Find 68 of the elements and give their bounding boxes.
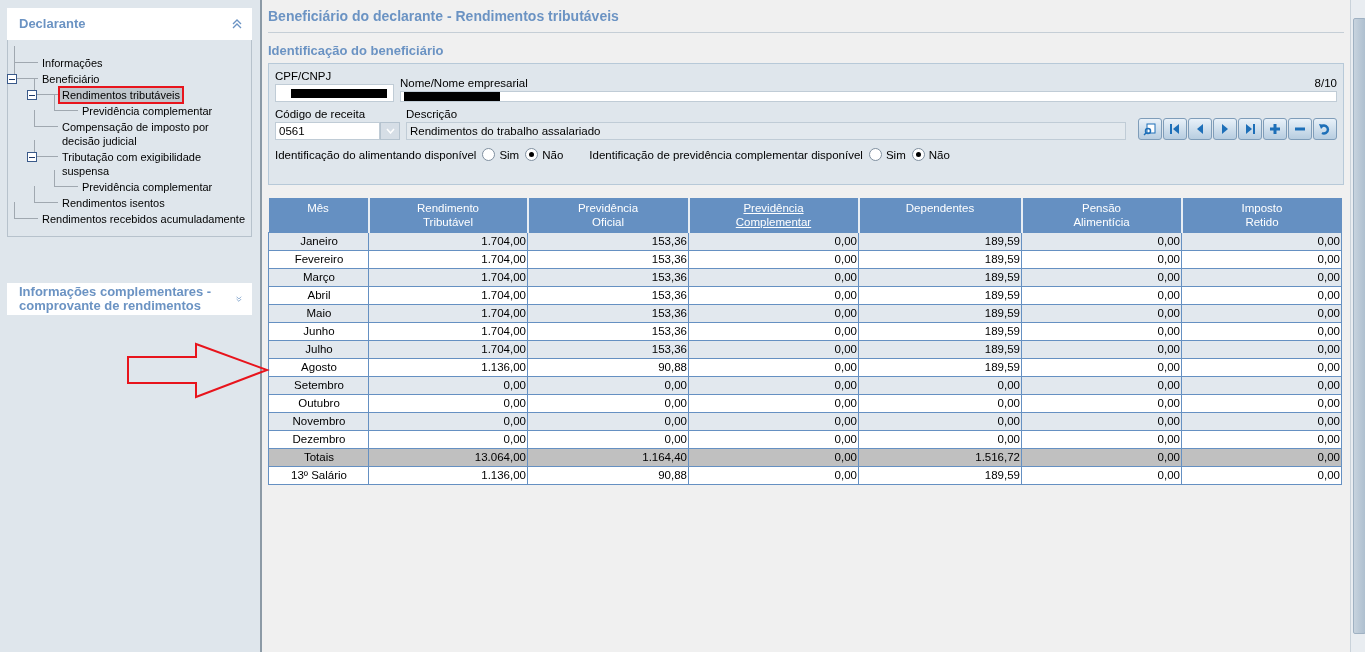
toolbar-button[interactable] — [1238, 118, 1262, 140]
radio-button[interactable] — [868, 148, 882, 161]
radio-label[interactable]: Não — [542, 148, 564, 161]
radio-label[interactable]: Não — [928, 148, 950, 161]
tree-item[interactable]: Rendimentos isentos — [60, 196, 167, 210]
last-record-icon — [1243, 122, 1257, 136]
radio-button[interactable] — [525, 148, 539, 161]
tree-item[interactable]: Previdência complementar — [80, 180, 215, 194]
caret-icon — [385, 128, 395, 134]
field-label: Descrição — [406, 108, 459, 120]
section-title: Identificação do beneficiário — [268, 43, 445, 58]
tree-line — [34, 186, 58, 203]
plus-icon — [1268, 122, 1282, 136]
radio-group-label: Identificação do alimentando disponível — [275, 148, 477, 161]
tree-item[interactable]: Rendimentos recebidos acumuladamente — [40, 212, 247, 226]
column-header: Rendimento Tributável — [368, 198, 528, 232]
table-cell[interactable]: 1.704,00 — [368, 232, 528, 250]
tree-item[interactable]: Informações — [40, 56, 105, 70]
tree-item[interactable]: Rendimentos tributáveis — [60, 88, 182, 102]
radio-group-label: Identificação de previdência complementar disponível — [589, 148, 863, 161]
tree-item[interactable]: Previdência complementar — [80, 104, 215, 118]
page-title: Beneficiário do declarante - Rendimentos tributáveis — [268, 8, 1344, 33]
panel-title: Informações complementares - comprovante de rendimentos — [19, 285, 213, 313]
column-header: Dependentes — [858, 198, 1022, 232]
column-header: Pensão Alimentícia — [1021, 198, 1182, 232]
panel-title: Declarante — [19, 17, 86, 31]
table-cell[interactable]: 189,59 — [858, 232, 1022, 250]
tree-line — [34, 110, 58, 127]
toolbar-button[interactable] — [1288, 118, 1312, 140]
field-label: CPF/CNPJ — [275, 70, 333, 82]
table-cell[interactable]: 0,00 — [1021, 232, 1182, 250]
column-header: Previdência Oficial — [527, 198, 689, 232]
field-label: Código de receita — [275, 108, 367, 120]
column-header: Imposto Retido — [1181, 198, 1342, 232]
tree-line — [14, 46, 38, 63]
code-field[interactable]: 0561 — [275, 122, 380, 140]
toolbar-button[interactable] — [1263, 118, 1287, 140]
tree-item[interactable]: Beneficiário — [40, 72, 102, 86]
tree-line — [14, 202, 38, 219]
radio-label[interactable]: Sim — [499, 148, 520, 161]
toolbar-button[interactable] — [1138, 118, 1162, 140]
radio-button[interactable] — [911, 148, 925, 161]
table-cell[interactable]: 0,00 — [688, 232, 859, 250]
collapse-icon[interactable] — [232, 19, 242, 29]
tree-item[interactable]: Compensação de imposto por decisão judicial — [60, 120, 251, 148]
radio-label[interactable]: Sim — [885, 148, 906, 161]
undo-icon — [1318, 122, 1332, 136]
cpf-field[interactable] — [275, 84, 394, 102]
search-icon — [1143, 122, 1157, 136]
toolbar-button[interactable] — [1188, 118, 1212, 140]
table-cell[interactable]: 0,00 — [1181, 232, 1342, 250]
tree-item[interactable]: Tributação com exigibilidade suspensa — [60, 150, 251, 178]
toolbar-button[interactable] — [1163, 118, 1187, 140]
field-label: Nome/Nome empresarial — [400, 77, 528, 89]
table-cell: Janeiro — [268, 232, 369, 250]
first-record-icon — [1168, 122, 1182, 136]
description-field: Rendimentos do trabalho assalariado — [406, 122, 1126, 140]
column-header: Mês — [268, 198, 369, 232]
collapse-toggle[interactable] — [27, 152, 37, 162]
radio-button[interactable] — [482, 148, 496, 161]
collapse-toggle[interactable] — [27, 90, 37, 100]
collapse-toggle[interactable] — [7, 74, 17, 84]
toolbar-button[interactable] — [1313, 118, 1337, 140]
scrollbar[interactable] — [1350, 0, 1365, 652]
name-field[interactable] — [400, 91, 1337, 102]
record-counter: 8/10 — [1314, 77, 1337, 89]
table-cell[interactable]: 153,36 — [527, 232, 689, 250]
toolbar-button[interactable] — [1213, 118, 1237, 140]
